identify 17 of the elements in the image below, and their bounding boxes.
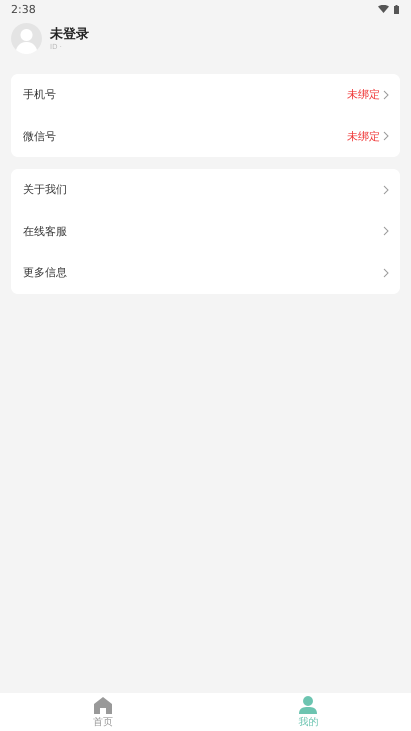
chevron-icon xyxy=(383,184,389,195)
avatar-icon xyxy=(11,22,42,54)
settings-row[interactable]: 手机号 未绑定 xyxy=(11,74,400,116)
chevron-icon xyxy=(383,226,389,236)
chevron-icon xyxy=(383,131,389,142)
home-icon xyxy=(92,696,113,714)
wifi-icon xyxy=(378,5,389,13)
status-time: 2:38 xyxy=(11,2,36,16)
chevron-icon xyxy=(383,268,389,278)
settings-row[interactable]: 在线客服 xyxy=(11,210,400,252)
person-icon xyxy=(298,696,318,714)
settings-row[interactable]: 更多信息 xyxy=(11,252,400,294)
user-name: 未登录 xyxy=(50,26,89,43)
settings-row[interactable]: 关于我们 xyxy=(11,169,400,210)
chevron-icon xyxy=(383,90,389,100)
settings-row[interactable]: 微信号 未绑定 xyxy=(11,116,400,157)
battery-icon xyxy=(394,4,399,14)
